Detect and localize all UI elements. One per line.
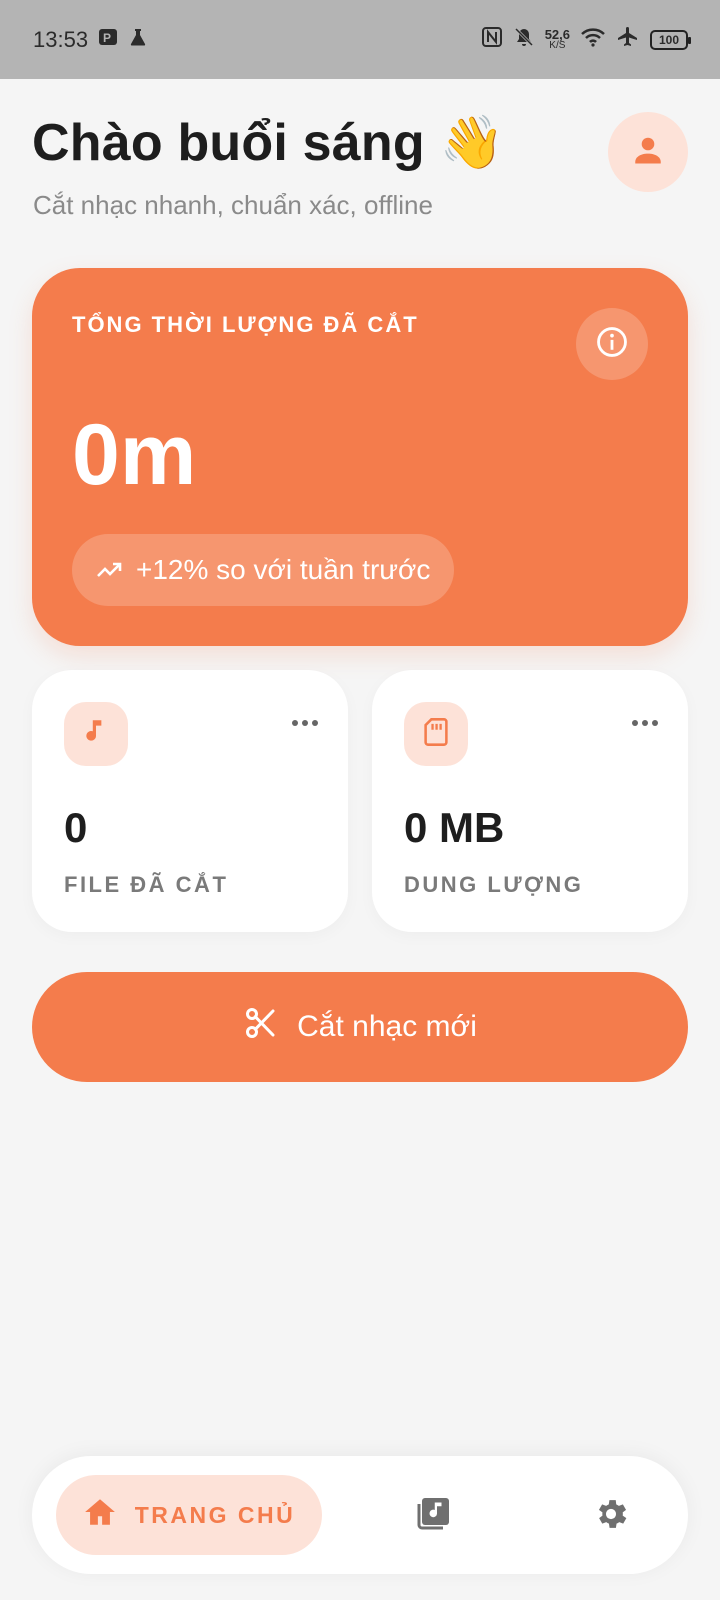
profile-avatar-button[interactable] [608, 112, 688, 192]
flask-icon [128, 27, 148, 53]
files-cut-value: 0 [64, 804, 88, 851]
bottom-navigation: TRANG CHỦ [32, 1456, 688, 1574]
person-icon [630, 132, 666, 173]
cut-new-music-label: Cắt nhạc mới [297, 1010, 477, 1043]
home-icon [83, 1496, 117, 1534]
total-duration-label: TỔNG THỜI LƯỢNG ĐÃ CẮT [72, 312, 419, 337]
parking-app-icon: P [98, 27, 118, 53]
trending-up-icon [96, 554, 122, 586]
info-icon [595, 325, 629, 364]
files-cut-label: FILE ĐÃ CẮT [64, 872, 229, 897]
storage-icon-badge [404, 702, 468, 766]
trend-badge: +12% so với tuần trước [72, 534, 455, 606]
greeting-subtitle: Cắt nhạc nhanh, chuẩn xác, offline [33, 190, 433, 220]
nav-home-label: TRANG CHỦ [134, 1501, 296, 1528]
dot [642, 720, 648, 726]
nfc-icon [481, 26, 503, 53]
nav-settings-tab[interactable] [592, 1495, 630, 1538]
music-note-icon [83, 717, 109, 752]
files-cut-card[interactable]: 0 FILE ĐÃ CẮT [32, 670, 348, 932]
dot [632, 720, 638, 726]
music-library-icon [416, 1498, 452, 1535]
dot [302, 720, 308, 726]
storage-card[interactable]: 0 MB DUNG LƯỢNG [372, 670, 688, 932]
storage-value: 0 MB [404, 804, 505, 851]
status-bar-right: 52,6 K/S 100 [481, 25, 691, 54]
nav-home-tab[interactable]: TRANG CHỦ [56, 1475, 322, 1555]
status-bar-left: 13:53 P [33, 27, 148, 53]
files-more-button[interactable] [292, 720, 318, 726]
nav-library-tab[interactable] [416, 1495, 452, 1536]
total-duration-value: 0m [72, 407, 197, 503]
dot [652, 720, 658, 726]
wifi-icon [580, 26, 606, 53]
total-duration-card: TỔNG THỜI LƯỢNG ĐÃ CẮT 0m +12% so với tu… [32, 268, 688, 646]
svg-text:P: P [103, 31, 111, 45]
storage-more-button[interactable] [632, 720, 658, 726]
dot [312, 720, 318, 726]
gear-icon [592, 1500, 630, 1537]
airplane-icon [616, 25, 640, 54]
bell-muted-icon [513, 26, 535, 53]
status-bar: 13:53 P 52,6 K/S 100 [0, 0, 720, 79]
cut-new-music-button[interactable]: Cắt nhạc mới [32, 972, 688, 1082]
battery-indicator: 100 [650, 29, 691, 50]
network-speed-unit: K/S [549, 40, 566, 51]
info-button[interactable] [576, 308, 648, 380]
files-icon-badge [64, 702, 128, 766]
trend-text: +12% so với tuần trước [136, 554, 431, 585]
sd-card-icon [423, 717, 449, 752]
network-speed: 52,6 K/S [545, 28, 570, 51]
status-time: 13:53 [33, 26, 89, 52]
dot [292, 720, 298, 726]
greeting-title: Chào buổi sáng 👋 [32, 114, 505, 172]
scissors-icon [243, 1005, 279, 1049]
storage-label: DUNG LƯỢNG [404, 872, 584, 897]
